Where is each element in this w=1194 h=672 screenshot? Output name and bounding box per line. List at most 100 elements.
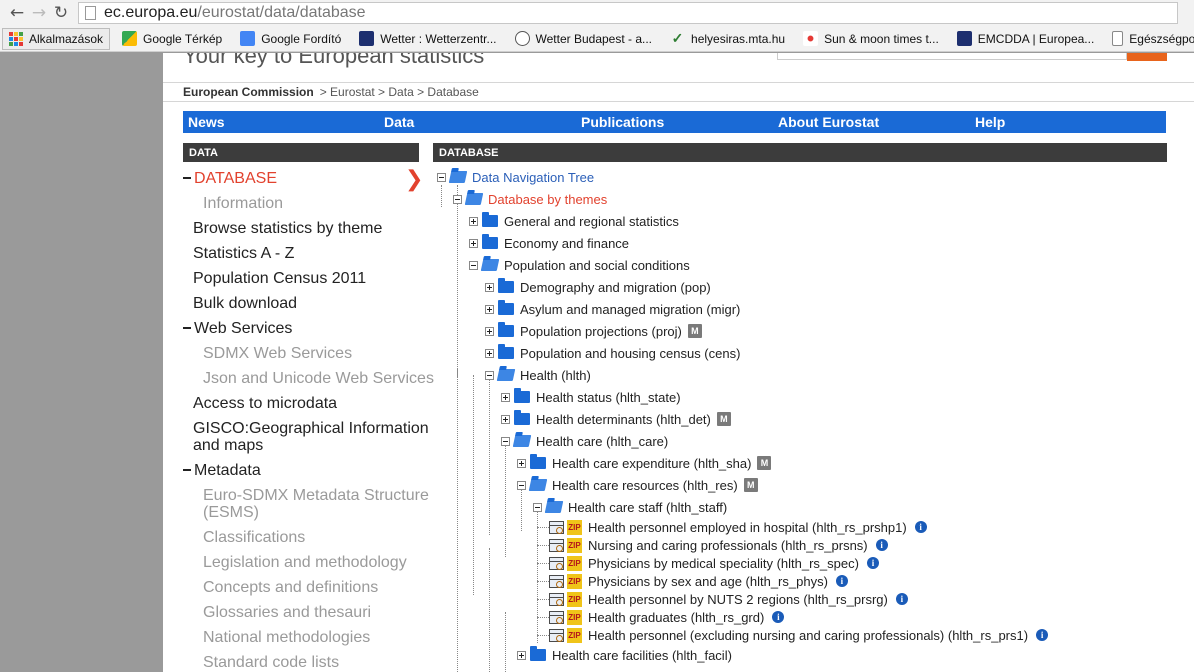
tree-node-physicians-by-medical-speciality-hlth-rs-spec[interactable]: ZIP Physicians by medical speciality (hlt… [549,554,879,572]
dataset-table-icon[interactable] [549,538,564,552]
tree-node-population-and-social-conditions[interactable]: Population and social conditions [469,256,690,274]
bookmark-egeszsegportal[interactable]: Egészségportál [1106,28,1194,50]
nav-data[interactable]: Data [384,114,414,130]
info-icon[interactable]: i [875,539,888,551]
sidebar-item-web-services[interactable]: Web Services [183,320,292,338]
dataset-table-icon[interactable] [549,574,564,588]
dataset-table-icon[interactable] [549,592,564,606]
sidebar-item-metadata[interactable]: Metadata [183,462,261,480]
tree-node-label[interactable]: Population projections (proj) [520,324,682,339]
tree-node-health-status-hlth-state[interactable]: Health status (hlth_state) [501,388,681,406]
info-icon[interactable]: i [895,593,908,605]
sidebar-item-concepts[interactable]: Concepts and definitions [203,579,378,597]
search-button[interactable] [1127,53,1167,61]
tree-node-label[interactable]: Health status (hlth_state) [536,390,681,405]
tree-node-health-hlth[interactable]: Health (hlth) [485,366,591,384]
sidebar-item-national-methodologies[interactable]: National methodologies [203,629,370,647]
forward-arrow-icon[interactable]: → [28,2,50,24]
dataset-table-icon[interactable] [549,520,564,534]
reload-icon[interactable]: ↻ [50,2,72,24]
sidebar-item-bulk-download[interactable]: Bulk download [193,295,297,313]
expand-plus-icon[interactable] [501,414,510,424]
tree-node-label[interactable]: Asylum and managed migration (migr) [520,302,740,317]
expand-plus-icon[interactable] [485,282,494,292]
tree-node-health-care-hlth-care[interactable]: Health care (hlth_care) [501,432,668,450]
sidebar-item-information[interactable]: Information [203,195,283,213]
tree-node-label[interactable]: Database by themes [488,192,607,207]
zip-download-icon[interactable]: ZIP [567,609,582,625]
search-input[interactable] [777,53,1127,60]
address-bar[interactable]: ec.europa.eu/eurostat/data/database [78,2,1178,24]
sidebar-item-sdmx[interactable]: SDMX Web Services [203,345,352,363]
collapse-minus-icon[interactable] [437,172,446,182]
tree-node-label[interactable]: Physicians by medical speciality (hlth_r… [588,556,859,571]
tree-node-label[interactable]: Health personnel by NUTS 2 regions (hlth… [588,592,888,607]
tree-node-physicians-by-sex-and-age-hlth-rs-phys[interactable]: ZIP Physicians by sex and age (hlth_rs_ph… [549,572,848,590]
breadcrumb-home-link[interactable]: European Commission [183,85,314,99]
zip-download-icon[interactable]: ZIP [567,627,582,643]
bookmark-wetterzentrale[interactable]: Wetter : Wetterzentr... [353,28,502,50]
sidebar-item-json[interactable]: Json and Unicode Web Services [203,370,434,388]
bookmark-google-translate[interactable]: Google Fordító [234,28,347,50]
bookmark-sun-moon[interactable]: Sun & moon times t... [797,28,945,50]
tree-node-label[interactable]: Nursing and caring professionals (hlth_r… [588,538,868,553]
bookmark-google-maps[interactable]: Google Térkép [116,28,228,50]
sidebar-item-classifications[interactable]: Classifications [203,529,305,547]
tree-node-label[interactable]: Data Navigation Tree [472,170,594,185]
tree-node-label[interactable]: Population and housing census (cens) [520,346,740,361]
tree-node-health-care-staff-hlth-staff[interactable]: Health care staff (hlth_staff) [533,498,727,516]
dataset-table-icon[interactable] [549,610,564,624]
sidebar-item-population-census[interactable]: Population Census 2011 [193,270,366,288]
bookmark-apps[interactable]: Alkalmazások [2,27,111,50]
zip-download-icon[interactable]: ZIP [567,555,582,571]
tree-node-nursing-and-caring-professionals-hlth-rs-prsns[interactable]: ZIP Nursing and caring professionals (hlt… [549,536,888,554]
info-icon[interactable]: i [1036,629,1049,641]
tree-node-label[interactable]: Health care resources (hlth_res) [552,478,738,493]
sidebar-item-legislation[interactable]: Legislation and methodology [203,554,407,572]
breadcrumb-trail[interactable]: > Eurostat > Data > Database [320,85,479,99]
tree-node-label[interactable]: Health (hlth) [520,368,591,383]
nav-news[interactable]: News [188,114,225,130]
tree-node-label[interactable]: Health care facilities (hlth_facil) [552,648,732,663]
info-icon[interactable]: i [772,611,785,623]
tree-node-health-care-expenditure-hlth-sha[interactable]: Health care expenditure (hlth_sha) M [517,454,772,472]
dataset-table-icon[interactable] [549,628,564,642]
sidebar-item-gisco[interactable]: GISCO:Geographical Information [193,420,429,438]
tree-node-economy-and-finance[interactable]: Economy and finance [469,234,629,252]
sidebar-item-database[interactable]: DATABASE [183,170,277,188]
back-arrow-icon[interactable]: ← [6,2,28,24]
bookmark-helyesiras[interactable]: ✓ helyesiras.mta.hu [664,28,791,50]
nav-about-eurostat[interactable]: About Eurostat [778,114,879,130]
metadata-icon[interactable]: M [716,412,731,426]
sidebar-item-statistics-a-z[interactable]: Statistics A - Z [193,245,294,263]
tree-node-health-care-facilities-hlth-facil[interactable]: Health care facilities (hlth_facil) [517,646,732,664]
nav-publications[interactable]: Publications [581,114,664,130]
tree-node-health-personnel-by-nuts-2-regions-hlth-rs-prsrg[interactable]: ZIP Health personnel by NUTS 2 regions (h… [549,590,908,608]
sidebar-item-browse-by-theme[interactable]: Browse statistics by theme [193,220,382,238]
tree-node-label[interactable]: Health care expenditure (hlth_sha) [552,456,751,471]
collapse-minus-icon[interactable] [469,260,478,270]
tree-node-label[interactable]: Health personnel (excluding nursing and … [588,628,1028,643]
expand-plus-icon[interactable] [485,304,494,314]
bookmark-wetter-budapest[interactable]: Wetter Budapest - a... [509,28,659,50]
expand-plus-icon[interactable] [485,326,494,336]
zip-download-icon[interactable]: ZIP [567,519,582,535]
tree-node-database-by-themes[interactable]: Database by themes [453,190,607,208]
collapse-minus-icon[interactable] [501,436,510,446]
dataset-table-icon[interactable] [549,556,564,570]
info-icon[interactable]: i [914,521,927,533]
collapse-minus-icon[interactable] [485,370,494,380]
tree-node-health-determinants-hlth-det[interactable]: Health determinants (hlth_det) M [501,410,731,428]
sidebar-item-code-lists[interactable]: Standard code lists [203,654,339,672]
tree-node-health-care-resources-hlth-res[interactable]: Health care resources (hlth_res) M [517,476,758,494]
tree-node-label[interactable]: General and regional statistics [504,214,679,229]
tree-node-data-navigation-tree[interactable]: Data Navigation Tree [437,168,594,186]
tree-node-asylum-and-managed-migration-migr[interactable]: Asylum and managed migration (migr) [485,300,740,318]
expand-plus-icon[interactable] [485,348,494,358]
expand-plus-icon[interactable] [517,458,526,468]
sidebar-item-esms[interactable]: Euro-SDMX Metadata Structure [203,487,429,505]
tree-node-label[interactable]: Demography and migration (pop) [520,280,711,295]
tree-node-demography-and-migration-pop[interactable]: Demography and migration (pop) [485,278,711,296]
tree-node-label[interactable]: Population and social conditions [504,258,690,273]
tree-node-health-personnel-excluding-nursing-and-caring-professionals-hlth-rs-prs1[interactable]: ZIP Health personnel (excluding nursing a… [549,626,1049,644]
